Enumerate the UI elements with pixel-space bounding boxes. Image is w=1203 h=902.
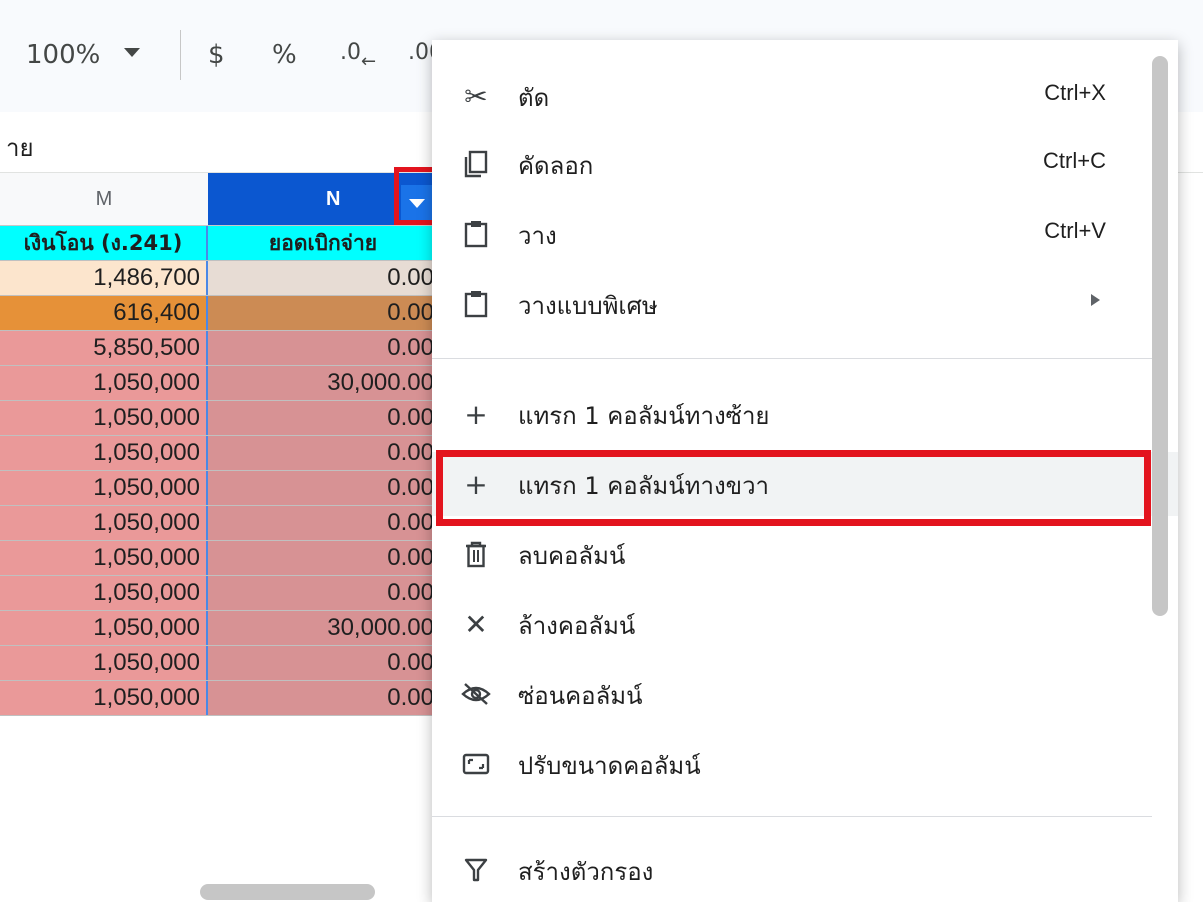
cell-n[interactable]: 30,000.00 [208, 611, 438, 645]
menu-item-resize-column[interactable]: ปรับขนาดคอลัมน์ [432, 732, 1178, 796]
cell-n[interactable]: 0.00 [208, 646, 438, 680]
table-row: 1,050,000 0.00 [0, 506, 438, 541]
cell-m[interactable]: 1,050,000 [0, 471, 208, 505]
cell-n[interactable]: 0.00 [208, 681, 438, 715]
zoom-dropdown-icon[interactable] [124, 48, 140, 57]
cell-m[interactable]: 1,486,700 [0, 261, 208, 295]
plus-icon: + [464, 397, 488, 431]
cell-n[interactable]: 0.00 [208, 576, 438, 610]
menu-item-paste-special[interactable]: วางแบบพิเศษ [432, 272, 1178, 336]
menu-item-paste[interactable]: วาง Ctrl+V [432, 202, 1178, 266]
menu-item-label: ซ่อนคอลัมน์ [518, 682, 643, 710]
table-row: 1,050,000 30,000.00 [0, 366, 438, 401]
trash-icon [460, 536, 492, 572]
cell-m[interactable]: 1,050,000 [0, 366, 208, 400]
scissors-icon: ✂ [464, 79, 488, 113]
menu-item-label: ลบคอลัมน์ [518, 542, 626, 570]
close-icon: ✕ [464, 607, 488, 641]
cell-n[interactable]: 0.00 [208, 506, 438, 540]
menu-item-label: คัดลอก [518, 152, 594, 180]
menu-item-label: วาง [518, 222, 557, 250]
horizontal-scrollbar[interactable] [200, 884, 375, 900]
table-row: 1,050,000 0.00 [0, 471, 438, 506]
menu-item-hide-column[interactable]: ซ่อนคอลัมน์ [432, 662, 1178, 726]
menu-item-label: ปรับขนาดคอลัมน์ [518, 752, 701, 780]
cell-reference-text: าย [6, 134, 34, 162]
menu-item-label: วางแบบพิเศษ [518, 292, 658, 320]
cell-header-n[interactable]: ยอดเบิกจ่าย [208, 226, 438, 260]
table-row: 1,050,000 0.00 [0, 576, 438, 611]
resize-icon [460, 746, 492, 782]
column-header-label: M [95, 188, 113, 210]
highlight-box-insert-right [436, 450, 1151, 526]
menu-item-label: แทรก 1 คอลัมน์ทางซ้าย [518, 402, 770, 430]
table-row: 1,050,000 0.00 [0, 541, 438, 576]
submenu-arrow-icon [1091, 294, 1100, 306]
menu-divider [432, 358, 1152, 359]
cell-n[interactable]: 0.00 [208, 541, 438, 575]
cell-n[interactable]: 0.00 [208, 471, 438, 505]
menu-item-shortcut: Ctrl+C [1043, 148, 1106, 173]
table-row: 1,050,000 0.00 [0, 401, 438, 436]
menu-divider [432, 816, 1152, 817]
cell-m[interactable]: 1,050,000 [0, 681, 208, 715]
menu-item-label: ล้างคอลัมน์ [518, 612, 636, 640]
menu-item-clear-column[interactable]: ✕ ล้างคอลัมน์ [432, 592, 1178, 656]
cell-n[interactable]: 0.00 [208, 401, 438, 435]
eye-off-icon [460, 676, 492, 712]
table-row: 1,050,000 0.00 [0, 646, 438, 681]
table-row: 1,050,000 0.00 [0, 681, 438, 716]
table-body: 1,486,700 0.00 616,400 0.00 5,850,500 0.00 1,0… [0, 261, 438, 716]
cell-n[interactable]: 0.00 [208, 331, 438, 365]
table-row: 1,050,000 0.00 [0, 436, 438, 471]
column-header-label: N [326, 188, 341, 210]
menu-item-cut[interactable]: ✂ ตัด Ctrl+X [432, 64, 1178, 128]
currency-format-button[interactable]: $ [208, 40, 225, 70]
menu-item-label: ตัด [518, 84, 550, 112]
cell-m[interactable]: 1,050,000 [0, 541, 208, 575]
filter-icon [460, 852, 492, 888]
toolbar-divider [180, 30, 181, 80]
menu-item-label: สร้างตัวกรอง [518, 858, 654, 886]
cell-m[interactable]: 1,050,000 [0, 436, 208, 470]
zoom-value[interactable]: 100% [26, 40, 100, 70]
percent-format-button[interactable]: % [272, 40, 297, 70]
clipboard-icon [460, 286, 492, 322]
menu-item-copy[interactable]: คัดลอก Ctrl+C [432, 132, 1178, 196]
cell-n[interactable]: 0.00 [208, 296, 438, 330]
cell-m[interactable]: 5,850,500 [0, 331, 208, 365]
spreadsheet-grid: เงินโอน (ง.241) ยอดเบิกจ่าย 1,486,700 0.0… [0, 226, 438, 716]
cell-m[interactable]: 1,050,000 [0, 401, 208, 435]
column-header-m[interactable]: M [0, 173, 208, 226]
cell-m[interactable]: 1,050,000 [0, 506, 208, 540]
table-row: 5,850,500 0.00 [0, 331, 438, 366]
cell-n[interactable]: 0.00 [208, 436, 438, 470]
table-header-row: เงินโอน (ง.241) ยอดเบิกจ่าย [0, 226, 438, 261]
menu-item-delete-column[interactable]: ลบคอลัมน์ [432, 522, 1178, 586]
menu-vertical-scrollbar[interactable] [1152, 56, 1168, 616]
copy-icon [460, 146, 492, 182]
menu-item-create-filter[interactable]: สร้างตัวกรอง [432, 838, 1178, 902]
cell-header-m[interactable]: เงินโอน (ง.241) [0, 226, 208, 260]
menu-item-shortcut: Ctrl+V [1044, 218, 1106, 243]
cell-m[interactable]: 1,050,000 [0, 646, 208, 680]
table-row: 1,050,000 30,000.00 [0, 611, 438, 646]
cell-m[interactable]: 616,400 [0, 296, 208, 330]
decrease-decimal-label: .0 [340, 40, 361, 65]
table-row: 1,486,700 0.00 [0, 261, 438, 296]
menu-item-shortcut: Ctrl+X [1044, 80, 1106, 105]
arrow-left-icon: ← [361, 51, 377, 72]
cell-m[interactable]: 1,050,000 [0, 611, 208, 645]
clipboard-icon [460, 216, 492, 252]
table-row: 616,400 0.00 [0, 296, 438, 331]
menu-item-insert-left[interactable]: + แทรก 1 คอลัมน์ทางซ้าย [432, 382, 1178, 446]
cell-n[interactable]: 0.00 [208, 261, 438, 295]
cell-n[interactable]: 30,000.00 [208, 366, 438, 400]
cell-m[interactable]: 1,050,000 [0, 576, 208, 610]
decrease-decimal-button[interactable]: .0← [340, 40, 376, 72]
